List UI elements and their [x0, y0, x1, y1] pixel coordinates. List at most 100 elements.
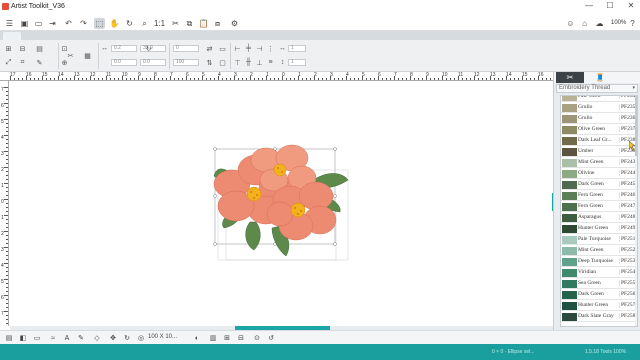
align-center-icon[interactable]: ╪: [244, 44, 253, 53]
paste-icon[interactable]: 📋: [198, 18, 209, 29]
grid-icon[interactable]: ⊟: [18, 44, 27, 53]
ruler-icon[interactable]: ⊟: [236, 333, 246, 343]
layers-icon[interactable]: ▤: [4, 333, 14, 343]
align-bottom-icon[interactable]: ⊥: [255, 58, 264, 67]
thread-row[interactable]: Hunter Green PF249: [561, 224, 637, 234]
brush-icon[interactable]: ✎: [76, 333, 86, 343]
ruler-tick: [238, 78, 239, 80]
rotate-icon[interactable]: ↻: [122, 333, 132, 343]
save-icon[interactable]: ▣: [19, 18, 30, 29]
overlap-icon[interactable]: ◐: [192, 333, 202, 343]
fill-icon[interactable]: ◧: [18, 333, 28, 343]
crop-icon[interactable]: ⌗: [18, 58, 27, 67]
list-scrollbar[interactable]: [635, 96, 637, 326]
thread-row[interactable]: Olive Green PF237: [561, 125, 637, 135]
align-right-icon[interactable]: ⊣: [255, 44, 264, 53]
cloud-icon[interactable]: ☁: [594, 18, 605, 29]
thread-row[interactable]: Dark Leaf Gr... PF238: [561, 136, 637, 146]
spacing-icon[interactable]: ≡: [266, 58, 275, 67]
select-tool-icon[interactable]: ⬚: [94, 18, 105, 29]
stitch-icon[interactable]: ≈: [48, 333, 58, 343]
group-icon[interactable]: ▢: [218, 58, 227, 67]
thread-row[interactable]: Dark Slate Gray PF258: [561, 312, 637, 322]
mirror-h-icon[interactable]: ⇄: [205, 44, 214, 53]
actual-size-icon[interactable]: 1:1: [154, 18, 165, 29]
mirror-v-icon[interactable]: ⇅: [205, 58, 214, 67]
ruler-tick: [4, 199, 8, 200]
thread-row[interactable]: Dark Green PF245: [561, 180, 637, 190]
hoop-icon[interactable]: ◎: [136, 333, 146, 343]
copy-icon[interactable]: ⧉: [184, 18, 195, 29]
spacing-h-field[interactable]: 1: [288, 45, 306, 52]
frame-icon[interactable]: ▭: [32, 333, 42, 343]
home-icon[interactable]: ⌂: [579, 18, 590, 29]
align-icon[interactable]: ⊞: [4, 44, 13, 53]
move-icon[interactable]: ✥: [108, 333, 118, 343]
thread-row[interactable]: Mint Green PF252: [561, 246, 637, 256]
thread-row[interactable]: Dark Green PF256: [561, 290, 637, 300]
rotate-icon[interactable]: ↻: [124, 18, 135, 29]
thread-row[interactable]: Asparagus PF248: [561, 213, 637, 223]
fit-icon[interactable]: ⤢: [4, 58, 13, 67]
thread-row[interactable]: Pale Glow PF234: [561, 96, 637, 102]
thread-row[interactable]: Hunter Green PF257: [561, 301, 637, 311]
thread-row[interactable]: Fern Green PF247: [561, 202, 637, 212]
thread-row[interactable]: Deep Turquoise PF253: [561, 257, 637, 267]
library-icon[interactable]: ▥: [208, 333, 218, 343]
distribute-h-icon[interactable]: ↔: [278, 44, 287, 53]
undo-icon[interactable]: ↶: [63, 18, 74, 29]
ruler-tick: [182, 78, 183, 80]
thread-row[interactable]: Mint Green PF243: [561, 158, 637, 168]
shape-icon[interactable]: ◇: [92, 333, 102, 343]
thread-row[interactable]: Grullo PF236: [561, 114, 637, 124]
align-left-icon[interactable]: ⊢: [233, 44, 242, 53]
height-field[interactable]: 0.0: [140, 59, 166, 66]
grid-view-icon[interactable]: ⊞: [222, 333, 232, 343]
align-top-icon[interactable]: ⊤: [233, 58, 242, 67]
open-folder-icon[interactable]: ▭: [33, 18, 44, 29]
thread-brand-select[interactable]: Embroidery Thread ▾: [556, 84, 638, 93]
scissors-icon[interactable]: ✂: [66, 51, 75, 60]
tab-thread-icon[interactable]: ✂: [556, 72, 584, 83]
thread-row[interactable]: Pale Turquoise PF251: [561, 235, 637, 245]
thread-row[interactable]: Fern Green PF246: [561, 191, 637, 201]
help-icon[interactable]: ?: [627, 18, 638, 29]
layer-icon[interactable]: ▤: [35, 44, 44, 53]
hoop-size[interactable]: 100 X 10...: [148, 334, 177, 340]
flower-design[interactable]: [10, 82, 553, 326]
scale-field[interactable]: 100: [173, 59, 199, 66]
snap-icon[interactable]: ⊙: [252, 333, 262, 343]
position-y-field[interactable]: 0.0: [111, 59, 137, 66]
design-canvas[interactable]: [10, 82, 553, 326]
redo-icon[interactable]: ↷: [78, 18, 89, 29]
spacing-v-field[interactable]: 1: [288, 59, 306, 66]
refresh-icon[interactable]: ↺: [266, 333, 276, 343]
angle-field[interactable]: 0: [173, 45, 199, 52]
menu-icon[interactable]: ☰: [4, 18, 15, 29]
qr-icon[interactable]: ▦: [83, 51, 92, 60]
distribute-icon[interactable]: ⋮: [266, 44, 275, 53]
position-x-field[interactable]: 0.2: [111, 45, 137, 52]
distribute-v-icon[interactable]: ↕: [278, 58, 287, 67]
tab-design[interactable]: [3, 32, 21, 40]
close-button[interactable]: ✕: [625, 1, 637, 10]
settings-icon[interactable]: ⚙: [229, 18, 240, 29]
zoom-icon[interactable]: ⌕: [139, 18, 150, 29]
flip-icon[interactable]: ▭: [218, 44, 227, 53]
thread-row[interactable]: Olivine PF244: [561, 169, 637, 179]
minimize-button[interactable]: —: [583, 1, 595, 10]
duplicate-icon[interactable]: ⧈: [212, 18, 223, 29]
account-icon[interactable]: ☺: [565, 18, 576, 29]
thread-row[interactable]: Sea Green PF255: [561, 279, 637, 289]
tab-spool-icon[interactable]: 🧵: [586, 72, 614, 83]
thread-row[interactable]: Grullo PF235: [561, 103, 637, 113]
cut-icon[interactable]: ✂: [170, 18, 181, 29]
maximize-button[interactable]: ☐: [604, 1, 616, 10]
align-middle-icon[interactable]: ╫: [244, 58, 253, 67]
thread-row[interactable]: Umber PF239: [561, 147, 637, 157]
export-icon[interactable]: ⇥: [47, 18, 58, 29]
thread-row[interactable]: Viridian PF254: [561, 268, 637, 278]
pen-icon[interactable]: ✎: [35, 58, 44, 67]
text-icon[interactable]: A: [62, 333, 72, 343]
hand-tool-icon[interactable]: ✋: [109, 18, 120, 29]
